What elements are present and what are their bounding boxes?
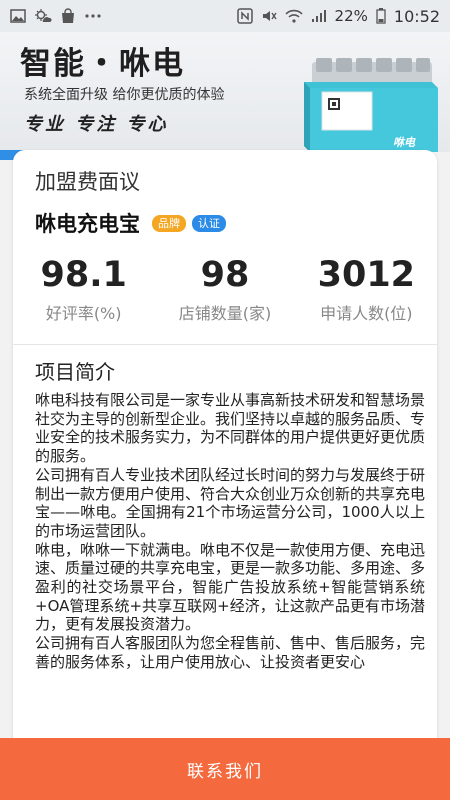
battery-icon xyxy=(376,8,386,24)
stat-label: 店铺数量(家) xyxy=(178,304,272,323)
intro-heading: 项目简介 xyxy=(35,360,115,384)
wifi-icon xyxy=(284,9,303,23)
status-right: 22% 10:52 xyxy=(236,6,440,26)
franchise-fee: 加盟费面议 xyxy=(35,170,140,194)
mute-icon xyxy=(261,8,277,24)
stat-label: 好评率(%) xyxy=(45,304,122,323)
battery-percent: 22% xyxy=(334,7,368,25)
status-left xyxy=(10,8,102,24)
stat-value: 98.1 xyxy=(40,255,127,295)
charging-station-image: 咻电 xyxy=(300,52,440,152)
stat-value: 3012 xyxy=(317,255,416,295)
certified-badge: 认证 xyxy=(192,214,226,232)
intro-paragraph: 咻电科技有限公司是一家专业从事高新技术研发和智慧场景社交为主导的创新型企业。我们… xyxy=(35,391,426,466)
stats-row: 98.1 好评率(%) 98 店铺数量(家) 3012 申请人数(位) xyxy=(13,254,437,334)
brand-row: 咻电充电宝 品牌 认证 xyxy=(35,208,226,238)
stat-stores: 98 店铺数量(家) xyxy=(154,254,295,334)
brand-name: 咻电充电宝 xyxy=(35,212,140,236)
contact-us-button[interactable]: 联系我们 xyxy=(0,738,450,800)
promo-banner[interactable]: 智能・咻电 系统全面升级 给你更优质的体验 专业 专注 专心 咻电 xyxy=(0,32,450,152)
banner-tags: 专业 专注 专心 xyxy=(24,114,169,135)
stat-rating: 98.1 好评率(%) xyxy=(13,254,154,334)
signal-icon xyxy=(311,9,327,23)
status-time: 10:52 xyxy=(393,6,440,26)
brand-badge: 品牌 xyxy=(152,214,186,232)
stat-label: 申请人数(位) xyxy=(320,304,413,323)
divider xyxy=(13,344,437,345)
stat-applicants: 3012 申请人数(位) xyxy=(296,254,437,334)
weather-icon xyxy=(34,8,52,24)
banner-subtitle: 系统全面升级 给你更优质的体验 xyxy=(24,87,225,103)
intro-text: 咻电科技有限公司是一家专业从事高新技术研发和智慧场景社交为主导的创新型企业。我们… xyxy=(35,391,425,672)
banner-title: 智能・咻电 xyxy=(20,46,185,82)
device-logo: 咻电 xyxy=(393,136,415,149)
status-bar: 22% 10:52 xyxy=(0,0,450,32)
franchise-card: 加盟费面议 咻电充电宝 品牌 认证 98.1 好评率(%) 98 店铺数量(家)… xyxy=(13,150,437,750)
intro-paragraph: 公司拥有百人专业技术团队经过长时间的努力与发展终于研制出一款方便用户使用、符合大… xyxy=(35,465,426,540)
intro-paragraph: 咻电，咻咻一下就满电。咻电不仅是一款使用方便、充电迅速、质量过硬的共享充电宝，更… xyxy=(35,540,426,634)
stat-value: 98 xyxy=(200,255,250,295)
intro-paragraph: 公司拥有百人客服团队为您全程售前、售中、售后服务，完善的服务体系，让用户使用放心… xyxy=(35,634,426,671)
shopping-bag-icon xyxy=(60,8,76,24)
nfc-icon xyxy=(236,8,253,24)
image-icon xyxy=(10,9,26,23)
more-dots-icon xyxy=(84,13,102,19)
